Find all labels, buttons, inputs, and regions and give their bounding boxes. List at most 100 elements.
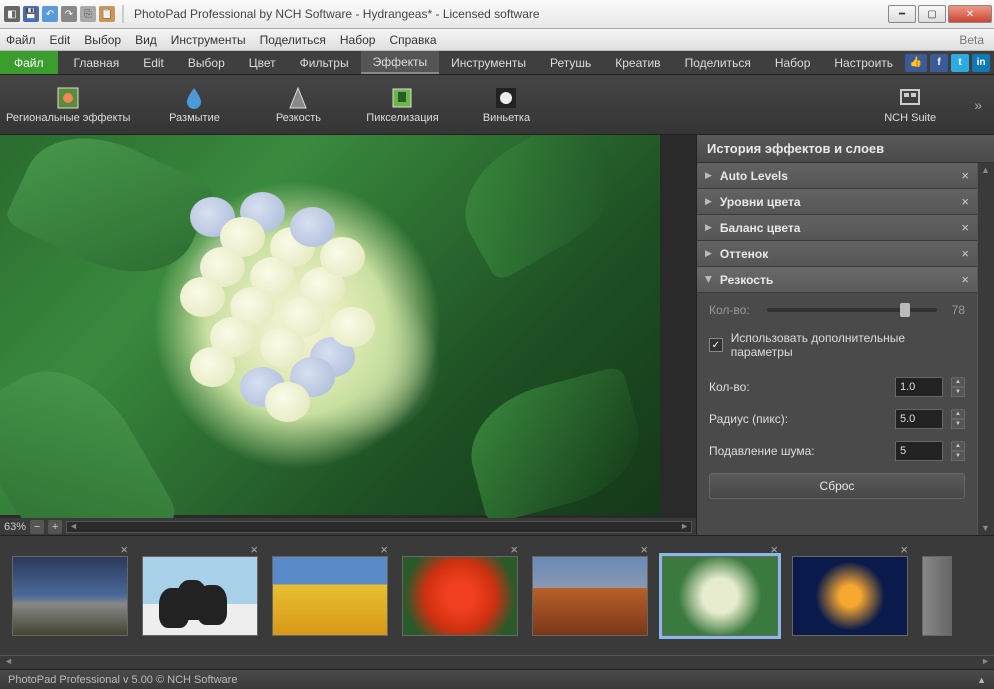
copy-icon[interactable]: ⎘ — [80, 6, 96, 22]
blur-button[interactable]: Размытие — [154, 86, 234, 124]
facebook-icon[interactable]: f — [930, 54, 948, 72]
amount-value: 78 — [945, 303, 965, 317]
layer-hue[interactable]: ▶Оттенок× — [697, 241, 977, 267]
thumb-close-icon[interactable]: × — [510, 542, 518, 557]
amount-slider[interactable] — [767, 308, 937, 312]
close-icon[interactable]: × — [961, 168, 969, 183]
p3-input[interactable]: 5 — [895, 441, 943, 461]
regional-effects-label: Региональные эффекты — [6, 112, 130, 124]
statusbar-collapse-icon[interactable]: ▲ — [977, 675, 986, 685]
layer-color-balance[interactable]: ▶Баланс цвета× — [697, 215, 977, 241]
ribbon-more-icon[interactable]: » — [974, 97, 988, 113]
close-icon[interactable]: × — [961, 272, 969, 287]
menu-select[interactable]: Выбор — [84, 33, 121, 47]
like-icon[interactable]: 👍 — [905, 54, 927, 72]
ribbon-tab-effects[interactable]: Эффекты — [361, 51, 440, 74]
canvas-area[interactable]: 63% − + — [0, 135, 696, 535]
panel-vscroll[interactable] — [977, 163, 994, 535]
ribbon-tab-creative[interactable]: Креатив — [603, 51, 672, 74]
p2-input[interactable]: 5.0 — [895, 409, 943, 429]
thumb-close-icon[interactable]: × — [900, 542, 908, 557]
spin-up[interactable]: ▲ — [951, 377, 965, 387]
ribbon-tab-customize[interactable]: Настроить — [822, 51, 905, 74]
paste-icon[interactable]: 📋 — [99, 6, 115, 22]
thumb-close-icon[interactable]: × — [640, 542, 648, 557]
undo-icon[interactable]: ↶ — [42, 6, 58, 22]
thumb-close-icon[interactable]: × — [380, 542, 388, 557]
menu-file[interactable]: Файл — [6, 33, 36, 47]
advanced-checkbox[interactable]: ✓ — [709, 338, 723, 352]
ribbon-tab-filters[interactable]: Фильтры — [288, 51, 361, 74]
thumbnail-8[interactable] — [922, 556, 952, 636]
zoom-bar: 63% − + — [0, 518, 696, 535]
canvas-hscroll[interactable] — [66, 521, 692, 533]
thumbnail-3[interactable] — [272, 556, 388, 636]
thumbstrip-hscroll[interactable] — [0, 655, 994, 669]
pixelate-label: Пикселизация — [366, 112, 438, 124]
close-icon[interactable]: × — [961, 246, 969, 261]
blur-icon — [182, 86, 206, 110]
zoom-out-button[interactable]: − — [30, 520, 44, 534]
spin-down[interactable]: ▼ — [951, 419, 965, 429]
thumbnail-6-selected[interactable] — [662, 556, 778, 636]
thumbnail-4[interactable] — [402, 556, 518, 636]
ribbon-tab-tools[interactable]: Инструменты — [439, 51, 538, 74]
thumbnail-1[interactable] — [12, 556, 128, 636]
regional-effects-button[interactable]: Региональные эффекты — [6, 86, 130, 124]
thumb-close-icon[interactable]: × — [250, 542, 258, 557]
p2-label: Радиус (пикс): — [709, 412, 887, 426]
menu-edit[interactable]: Edit — [50, 33, 71, 47]
spin-down[interactable]: ▼ — [951, 387, 965, 397]
reset-button[interactable]: Сброс — [709, 473, 965, 499]
ribbon-tab-color[interactable]: Цвет — [237, 51, 288, 74]
close-button[interactable]: ✕ — [948, 5, 992, 23]
menu-set[interactable]: Набор — [340, 33, 376, 47]
thumbnail-7[interactable] — [792, 556, 908, 636]
ribbon-tab-suite[interactable]: Набор — [763, 51, 823, 74]
thumb-close-icon[interactable]: × — [120, 542, 128, 557]
menu-tools[interactable]: Инструменты — [171, 33, 246, 47]
layer-auto-levels[interactable]: ▶Auto Levels× — [697, 163, 977, 189]
menu-share[interactable]: Поделиться — [260, 33, 326, 47]
save-icon[interactable]: 💾 — [23, 6, 39, 22]
menu-help[interactable]: Справка — [389, 33, 436, 47]
vignette-icon — [494, 86, 518, 110]
vignette-button[interactable]: Виньетка — [466, 86, 546, 124]
layer-label: Auto Levels — [720, 169, 788, 183]
linkedin-icon[interactable]: in — [972, 54, 990, 72]
nch-suite-button[interactable]: NCH Suite — [870, 86, 950, 124]
pixelate-button[interactable]: Пикселизация — [362, 86, 442, 124]
zoom-in-button[interactable]: + — [48, 520, 62, 534]
window-title: PhotoPad Professional by NCH Software - … — [134, 7, 540, 21]
p1-input[interactable]: 1.0 — [895, 377, 943, 397]
layer-label: Баланс цвета — [720, 221, 801, 235]
layer-sharpen[interactable]: ▶Резкость× — [697, 267, 977, 293]
spin-up[interactable]: ▲ — [951, 409, 965, 419]
sharpen-icon — [286, 86, 310, 110]
ribbon-tab-edit[interactable]: Edit — [131, 51, 176, 74]
sharpen-button[interactable]: Резкость — [258, 86, 338, 124]
spin-up[interactable]: ▲ — [951, 441, 965, 451]
twitter-icon[interactable]: t — [951, 54, 969, 72]
thumb-close-icon[interactable]: × — [770, 542, 778, 557]
thumbnail-2[interactable] — [142, 556, 258, 636]
redo-icon[interactable]: ↷ — [61, 6, 77, 22]
maximize-button[interactable]: ▢ — [918, 5, 946, 23]
close-icon[interactable]: × — [961, 194, 969, 209]
app-icon: ◧ — [4, 6, 20, 22]
suite-icon — [898, 86, 922, 110]
layer-color-levels[interactable]: ▶Уровни цвета× — [697, 189, 977, 215]
ribbon-tab-select[interactable]: Выбор — [176, 51, 237, 74]
close-icon[interactable]: × — [961, 220, 969, 235]
menu-view[interactable]: Вид — [135, 33, 157, 47]
panel-title: История эффектов и слоев — [697, 135, 994, 163]
ribbon-tab-file[interactable]: Файл — [0, 51, 58, 74]
ribbon-tab-retouch[interactable]: Ретушь — [538, 51, 603, 74]
thumbnail-5[interactable] — [532, 556, 648, 636]
ribbon-tab-home[interactable]: Главная — [62, 51, 132, 74]
spin-down[interactable]: ▼ — [951, 451, 965, 461]
ribbon-tab-share[interactable]: Поделиться — [673, 51, 763, 74]
minimize-button[interactable]: ━ — [888, 5, 916, 23]
sharpen-controls: Кол-во: 78 ✓ Использовать дополнительные… — [697, 293, 977, 509]
ribbon-toolbar: Региональные эффекты Размытие Резкость П… — [0, 75, 994, 135]
